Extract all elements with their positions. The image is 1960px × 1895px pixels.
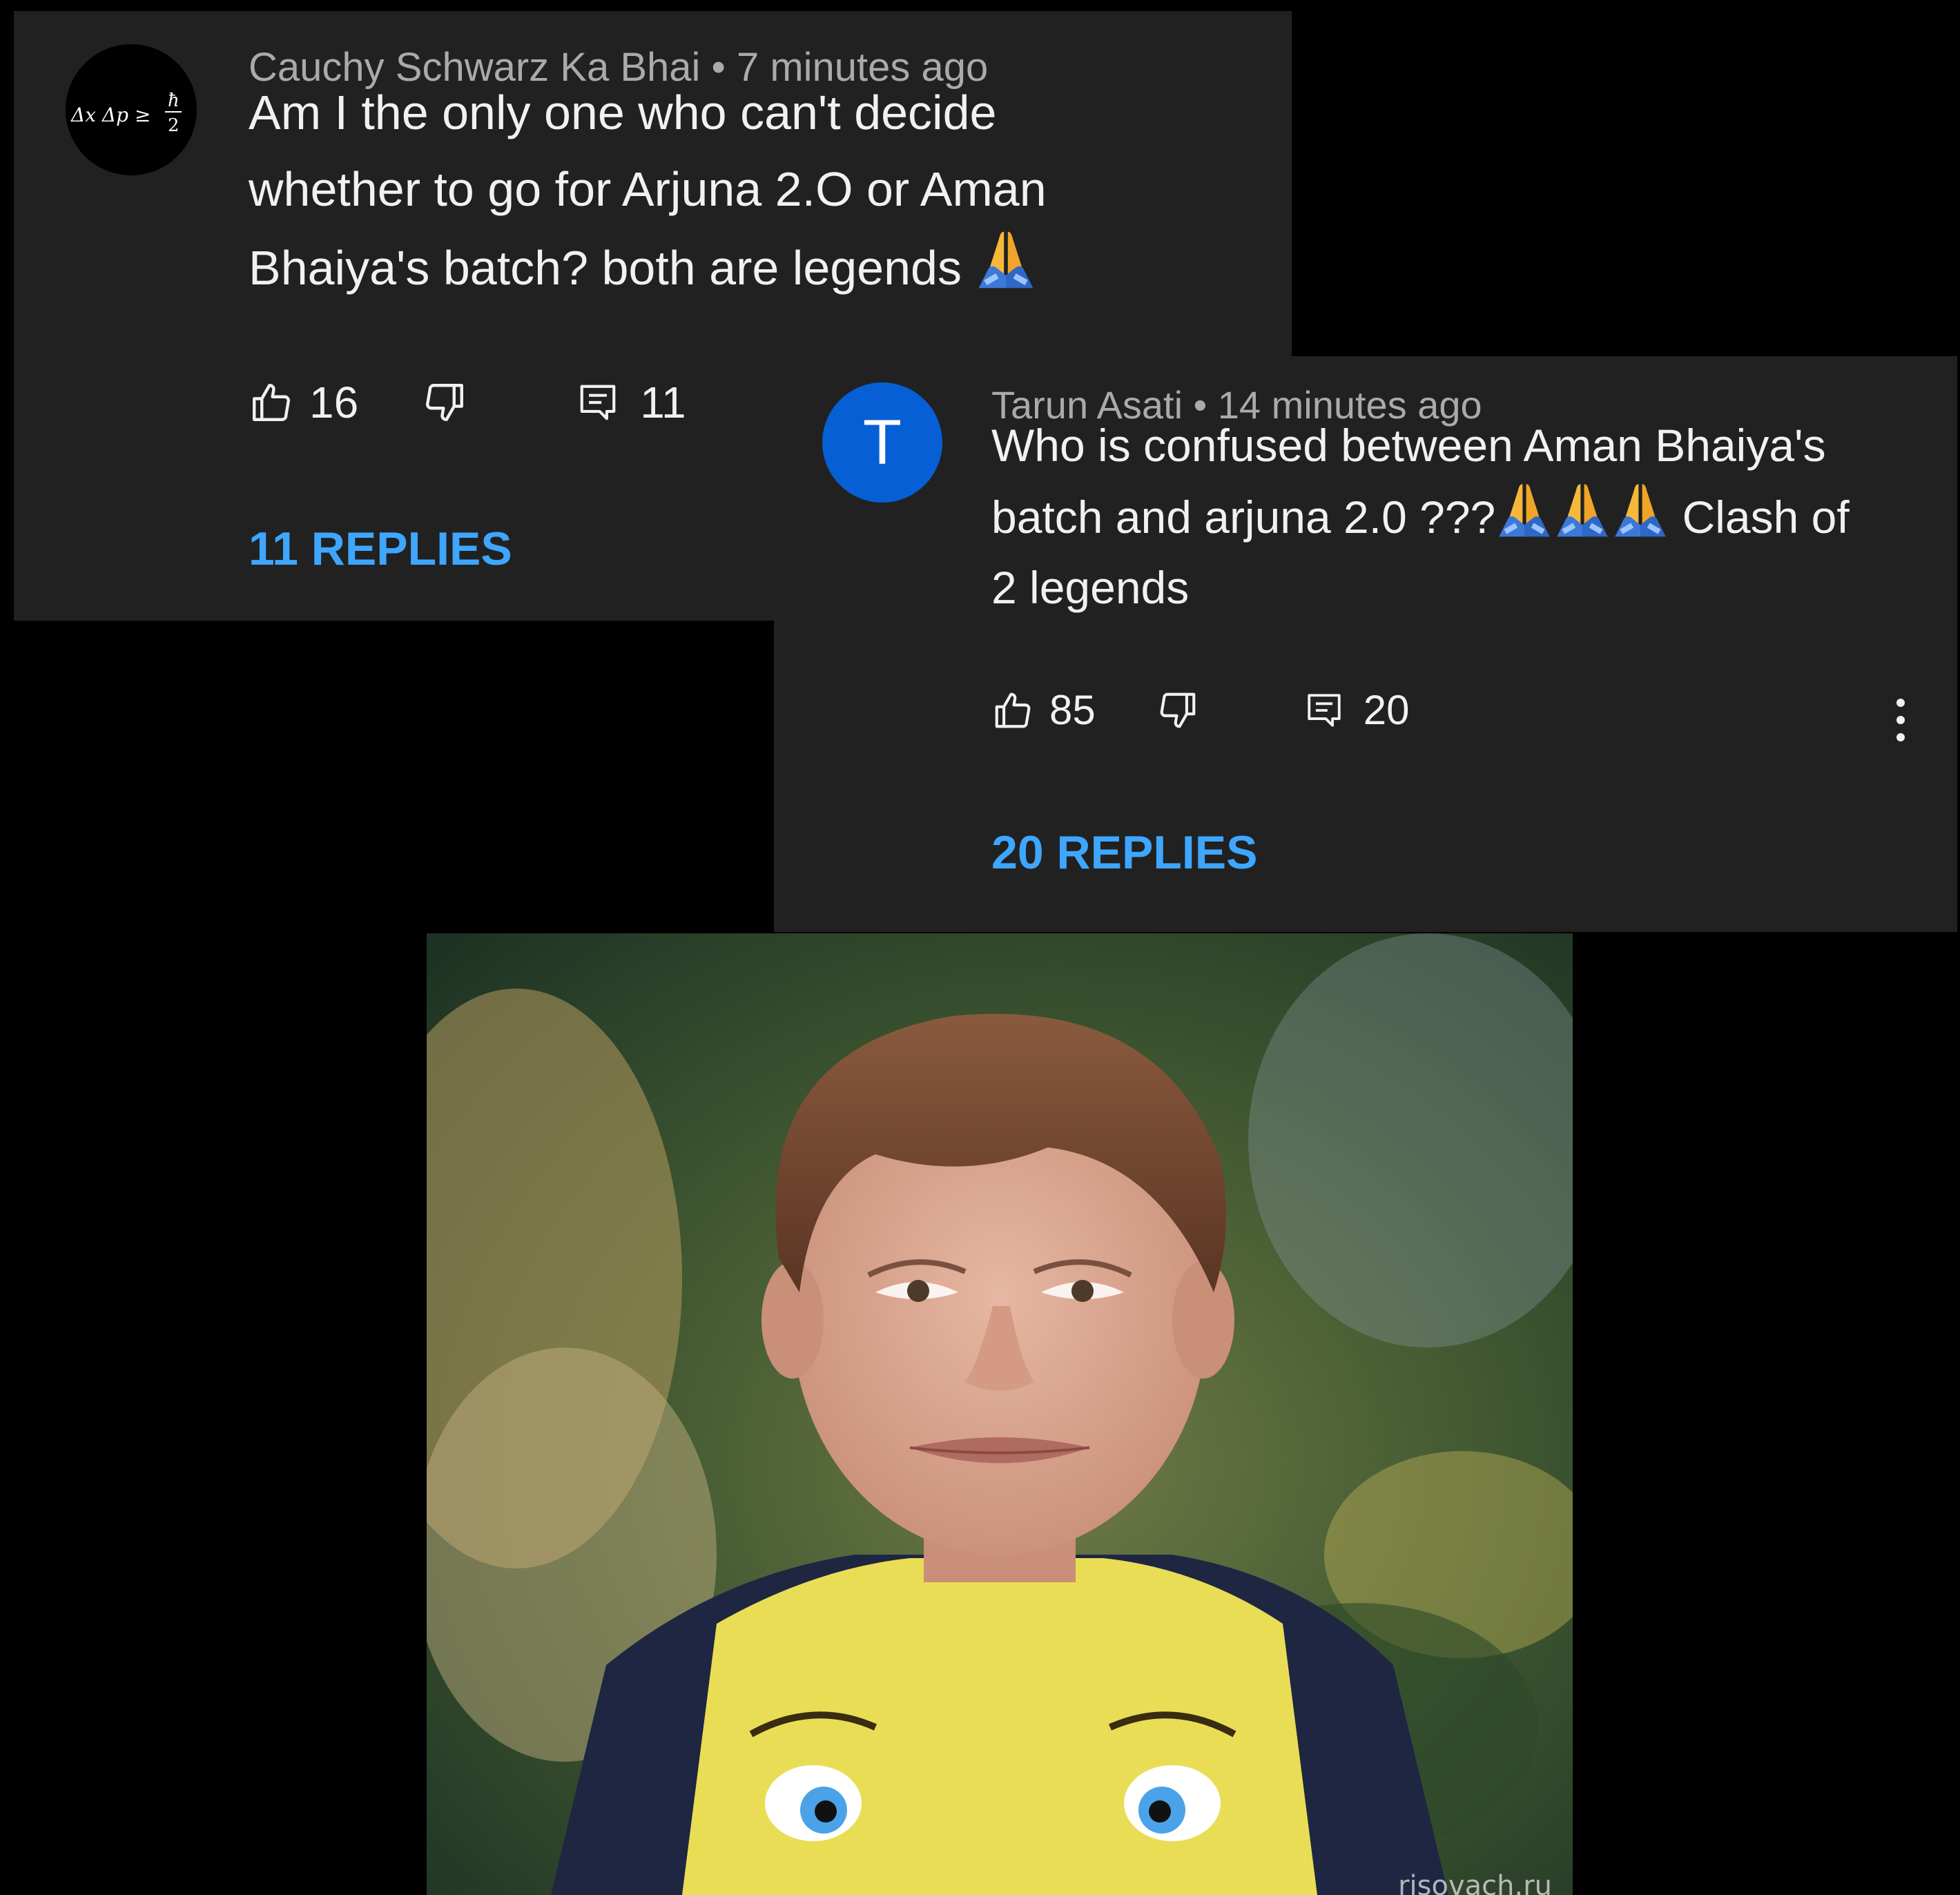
like-icon <box>249 380 294 425</box>
like-button[interactable]: 85 <box>991 686 1096 734</box>
reply-button[interactable]: 20 <box>1304 686 1410 734</box>
like-count: 16 <box>309 378 359 427</box>
reply-count: 20 <box>1363 687 1410 733</box>
reply-icon <box>576 381 619 424</box>
author-avatar[interactable]: Δx Δp ≥ ħ 2 <box>66 44 197 175</box>
reply-icon <box>1304 690 1344 730</box>
like-count: 85 <box>1049 687 1096 733</box>
view-replies-button[interactable]: 20 REPLIES <box>991 826 1258 880</box>
comment-text: Who is confused between Aman Bhaiya's ba… <box>991 410 1889 623</box>
avatar-letter: T <box>862 407 902 478</box>
folded-hands-emoji <box>1553 480 1611 538</box>
meme-photo: risovach.ru <box>427 933 1573 1895</box>
portrait-illustration <box>427 933 1573 1895</box>
folded-hands-emoji <box>975 228 1037 290</box>
formula-avatar-image: Δx Δp ≥ ħ 2 <box>70 90 182 136</box>
comment-actions: 16 11 <box>249 377 686 428</box>
watermark: risovach.ru <box>1398 1870 1552 1895</box>
like-button[interactable]: 16 <box>249 377 358 428</box>
more-vert-icon[interactable] <box>1892 696 1909 744</box>
folded-hands-emoji <box>1495 480 1553 538</box>
svg-text:Δx Δp ≥: Δx Δp ≥ <box>70 104 151 126</box>
reply-count: 11 <box>640 378 686 427</box>
reply-button[interactable]: 11 <box>576 377 686 428</box>
dislike-icon <box>422 380 467 425</box>
comment-card-2: T Tarun Asati • 14 minutes ago Who is co… <box>774 356 1957 932</box>
comment-text-body: Am I the only one who can't decide wheth… <box>249 86 1047 295</box>
author-avatar[interactable]: T <box>822 382 942 503</box>
comment-actions: 85 20 <box>991 686 1410 734</box>
dislike-icon <box>1156 689 1199 732</box>
folded-hands-emoji <box>1611 480 1669 538</box>
view-replies-button[interactable]: 11 REPLIES <box>249 522 512 576</box>
svg-text:2: 2 <box>168 115 179 136</box>
dislike-button[interactable] <box>422 380 467 425</box>
svg-text:ħ: ħ <box>168 90 179 111</box>
dislike-button[interactable] <box>1156 689 1199 732</box>
like-icon <box>991 689 1034 732</box>
comment-text: Am I the only one who can't decide wheth… <box>249 75 1201 307</box>
